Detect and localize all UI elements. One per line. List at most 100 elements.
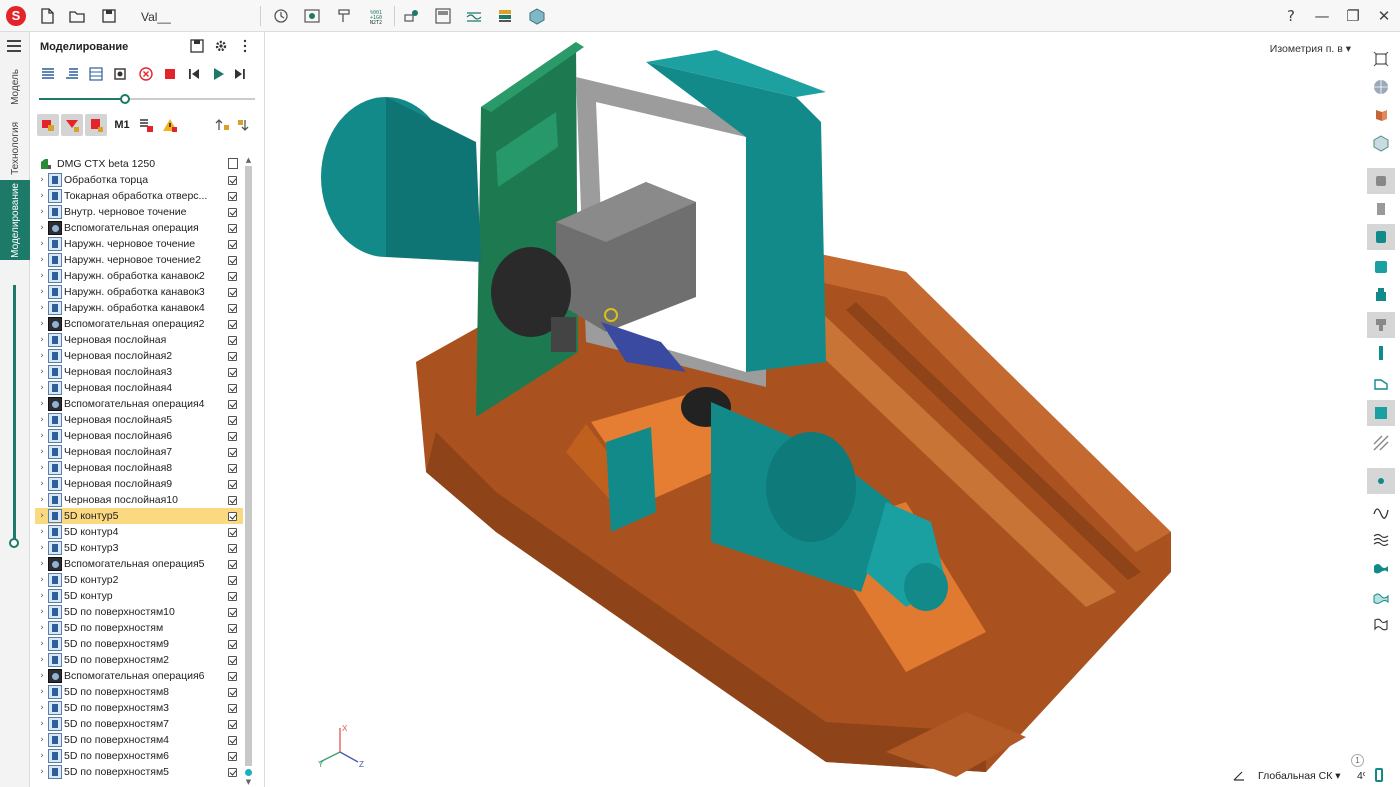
expand-chevron-icon[interactable]: › [38, 319, 46, 329]
vertical-slider-knob[interactable] [9, 538, 19, 548]
expand-chevron-icon[interactable]: › [38, 431, 46, 441]
operation-row[interactable]: › Черновая послойная6 [35, 428, 252, 444]
close-button[interactable]: ✕ [1372, 6, 1396, 26]
sort-up-icon[interactable] [211, 114, 233, 136]
part-view-icon[interactable] [1367, 282, 1395, 308]
limit-filter-icon[interactable] [85, 114, 107, 136]
maximize-button[interactable]: ❐ [1341, 6, 1365, 26]
operation-row[interactable]: › Вспомогательная операция2 [35, 316, 252, 332]
operation-enabled-checkbox[interactable] [228, 383, 237, 393]
machine-view-icon[interactable] [1367, 400, 1395, 426]
gouge-filter-icon[interactable] [61, 114, 83, 136]
tree-scrollbar[interactable]: ▲ ▼ [244, 156, 253, 786]
operation-row[interactable]: › Вспомогательная операция6 [35, 668, 252, 684]
expand-chevron-icon[interactable]: › [38, 287, 46, 297]
stop-icon[interactable] [161, 65, 179, 83]
expand-chevron-icon[interactable]: › [38, 335, 46, 345]
sort-down-icon[interactable] [233, 114, 255, 136]
operation-row[interactable]: › Вспомогательная операция5 [35, 556, 252, 572]
skip-forward-icon[interactable] [231, 65, 249, 83]
expand-chevron-icon[interactable]: › [38, 703, 46, 713]
operation-enabled-checkbox[interactable] [228, 175, 237, 185]
gear-icon[interactable] [212, 37, 230, 55]
operation-enabled-checkbox[interactable] [228, 463, 237, 473]
3d-viewport[interactable]: Изометрия п. в ▾ X Y Z 1 Глобальная СК ▾… [266, 32, 1365, 787]
operation-row[interactable]: › 5D по поверхностям7 [35, 716, 252, 732]
operation-row[interactable]: › 5D контур3 [35, 540, 252, 556]
expand-chevron-icon[interactable]: › [38, 415, 46, 425]
operation-enabled-checkbox[interactable] [228, 255, 237, 265]
expand-chevron-icon[interactable]: › [38, 751, 46, 761]
operation-enabled-checkbox[interactable] [228, 239, 237, 249]
operation-enabled-checkbox[interactable] [228, 223, 237, 233]
operation-enabled-checkbox[interactable] [228, 271, 237, 281]
expand-chevron-icon[interactable]: › [38, 607, 46, 617]
tab-model[interactable]: Модель [0, 62, 30, 112]
expand-chevron-icon[interactable]: › [38, 767, 46, 777]
m-code-button[interactable]: M1 [111, 114, 133, 136]
expand-chevron-icon[interactable]: › [38, 239, 46, 249]
operation-row[interactable]: › 5D по поверхностям9 [35, 636, 252, 652]
simulation-progress-slider[interactable] [39, 94, 255, 104]
operation-row[interactable]: › Черновая послойная10 [35, 492, 252, 508]
operation-enabled-checkbox[interactable] [228, 623, 237, 633]
operation-row[interactable]: › 5D по поверхностям [35, 620, 252, 636]
expand-chevron-icon[interactable]: › [38, 575, 46, 585]
list-step-icon[interactable] [63, 65, 81, 83]
operation-row[interactable]: › Черновая послойная2 [35, 348, 252, 364]
expand-chevron-icon[interactable]: › [38, 671, 46, 681]
operation-enabled-checkbox[interactable] [228, 687, 237, 697]
tab-technology[interactable]: Технология [0, 116, 30, 180]
expand-chevron-icon[interactable]: › [38, 735, 46, 745]
expand-chevron-icon[interactable]: › [38, 399, 46, 409]
operation-enabled-checkbox[interactable] [228, 527, 237, 537]
fixture-view-icon[interactable] [1367, 370, 1395, 396]
expand-chevron-icon[interactable]: › [38, 223, 46, 233]
expand-chevron-icon[interactable]: › [38, 191, 46, 201]
coord-system-select[interactable]: Глобальная СК ▾ [1258, 770, 1341, 782]
spindle-view-icon[interactable] [1367, 312, 1395, 338]
tool-view-icon[interactable] [1367, 196, 1395, 222]
operation-row[interactable]: › Токарная обработка отверс... [35, 188, 252, 204]
point-view-icon[interactable] [1367, 468, 1395, 494]
operation-enabled-checkbox[interactable] [228, 639, 237, 649]
holder-view-icon[interactable] [1367, 168, 1395, 194]
operation-enabled-checkbox[interactable] [228, 703, 237, 713]
operation-enabled-checkbox[interactable] [228, 351, 237, 361]
operation-enabled-checkbox[interactable] [228, 319, 237, 329]
operation-row[interactable]: › Черновая послойная8 [35, 460, 252, 476]
stop-circle-icon[interactable] [137, 65, 155, 83]
expand-chevron-icon[interactable]: › [38, 719, 46, 729]
operation-enabled-checkbox[interactable] [228, 751, 237, 761]
list-view-icon[interactable] [87, 65, 105, 83]
expand-chevron-icon[interactable]: › [38, 591, 46, 601]
curve-view-icon[interactable] [1367, 498, 1395, 524]
app-logo[interactable]: S [6, 6, 26, 26]
error-list-icon[interactable] [135, 114, 157, 136]
expand-chevron-icon[interactable]: › [38, 543, 46, 553]
operation-row[interactable]: › Черновая послойная4 [35, 380, 252, 396]
expand-chevron-icon[interactable]: › [38, 207, 46, 217]
operation-enabled-checkbox[interactable] [228, 495, 237, 505]
warning-icon[interactable] [159, 114, 181, 136]
operation-row[interactable]: › 5D по поверхностям10 [35, 604, 252, 620]
operation-enabled-checkbox[interactable] [228, 591, 237, 601]
hatch-view-icon[interactable] [1367, 430, 1395, 456]
expand-chevron-icon[interactable]: › [38, 255, 46, 265]
expand-chevron-icon[interactable]: › [38, 367, 46, 377]
teal-tool-icon[interactable] [1367, 224, 1395, 250]
stock-view-icon[interactable] [1367, 254, 1395, 280]
list-all-icon[interactable] [39, 65, 57, 83]
hamburger-menu-icon[interactable] [7, 40, 21, 52]
operation-row[interactable]: › Вспомогательная операция [35, 220, 252, 236]
surface-fill-icon[interactable] [1367, 554, 1395, 580]
skip-back-icon[interactable] [185, 65, 203, 83]
operation-enabled-checkbox[interactable] [228, 335, 237, 345]
play-icon[interactable] [209, 65, 227, 83]
operation-enabled-checkbox[interactable] [228, 287, 237, 297]
operation-enabled-checkbox[interactable] [228, 543, 237, 553]
expand-chevron-icon[interactable]: › [38, 271, 46, 281]
operation-enabled-checkbox[interactable] [228, 559, 237, 569]
operation-row[interactable]: › 5D контур2 [35, 572, 252, 588]
machine-model[interactable] [266, 32, 1365, 787]
